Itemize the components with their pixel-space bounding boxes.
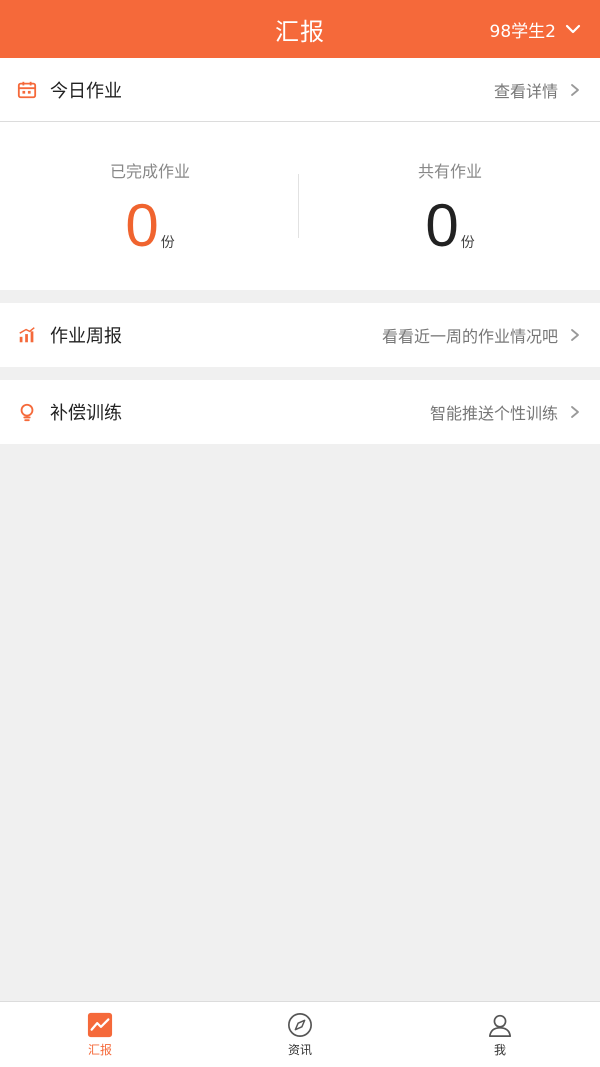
tab-news[interactable]: 资讯 <box>200 1002 400 1067</box>
page-title: 汇报 <box>275 17 325 46</box>
compensation-training-desc: 智能推送个性训练 <box>429 404 558 423</box>
top-header: 汇报 98学生2 <box>0 0 600 58</box>
total-unit: 份 <box>460 235 475 251</box>
user-switcher[interactable]: 98学生2 <box>490 0 582 58</box>
compensation-training-row[interactable]: 补偿训练 智能推送个性训练 <box>0 380 600 444</box>
view-details-link[interactable]: 查看详情 <box>494 78 558 102</box>
chevron-down-icon <box>565 24 581 34</box>
total-count: 0 <box>425 192 459 259</box>
completed-count: 0 <box>125 192 159 259</box>
lightbulb-icon <box>16 401 38 423</box>
today-homework-row[interactable]: 今日作业 查看详情 <box>0 58 600 122</box>
tab-me-label: 我 <box>493 1043 506 1057</box>
homework-stats: 已完成作业 0 份 共有作业 0 份 <box>0 122 600 290</box>
compass-icon <box>286 1011 314 1039</box>
weekly-report-title: 作业周报 <box>50 326 122 347</box>
user-switcher-label: 98学生2 <box>489 21 556 42</box>
user-icon <box>486 1011 514 1039</box>
completed-stat: 已完成作业 0 份 <box>0 122 300 290</box>
stats-divider <box>298 174 299 238</box>
chevron-right-icon <box>571 329 579 341</box>
bar-chart-icon <box>16 324 38 346</box>
report-icon <box>86 1011 114 1039</box>
completed-label: 已完成作业 <box>109 162 190 181</box>
weekly-report-row[interactable]: 作业周报 看看近一周的作业情况吧 <box>0 303 600 367</box>
tab-report-label: 汇报 <box>87 1043 112 1057</box>
chevron-right-icon <box>571 83 579 96</box>
tab-report[interactable]: 汇报 <box>0 1002 200 1067</box>
total-stat: 共有作业 0 份 <box>300 122 600 290</box>
tab-me[interactable]: 我 <box>400 1002 600 1067</box>
bottom-tab-bar: 汇报 资讯 我 <box>0 1001 600 1067</box>
calendar-icon <box>16 79 38 101</box>
weekly-report-desc: 看看近一周的作业情况吧 <box>381 327 558 346</box>
total-label: 共有作业 <box>417 162 482 181</box>
compensation-training-title: 补偿训练 <box>50 403 122 424</box>
tab-news-label: 资讯 <box>287 1043 312 1057</box>
today-homework-title: 今日作业 <box>50 80 122 102</box>
chevron-right-icon <box>571 406 579 418</box>
completed-unit: 份 <box>160 235 175 251</box>
